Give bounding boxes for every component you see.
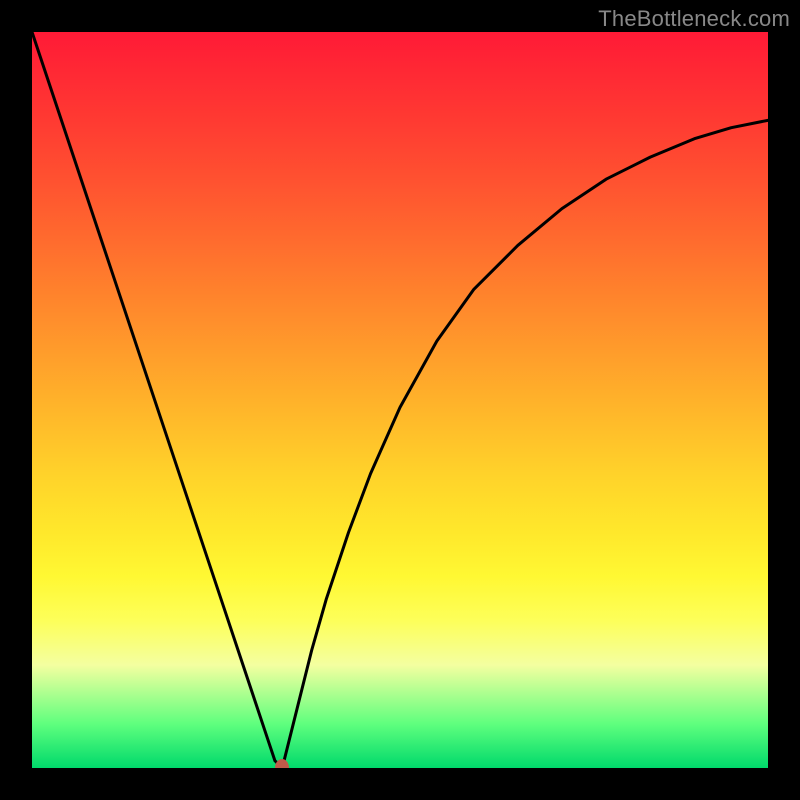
watermark-text: TheBottleneck.com [598, 6, 790, 32]
plot-area [32, 32, 768, 768]
chart-frame: TheBottleneck.com [0, 0, 800, 800]
curve-line [32, 32, 768, 768]
